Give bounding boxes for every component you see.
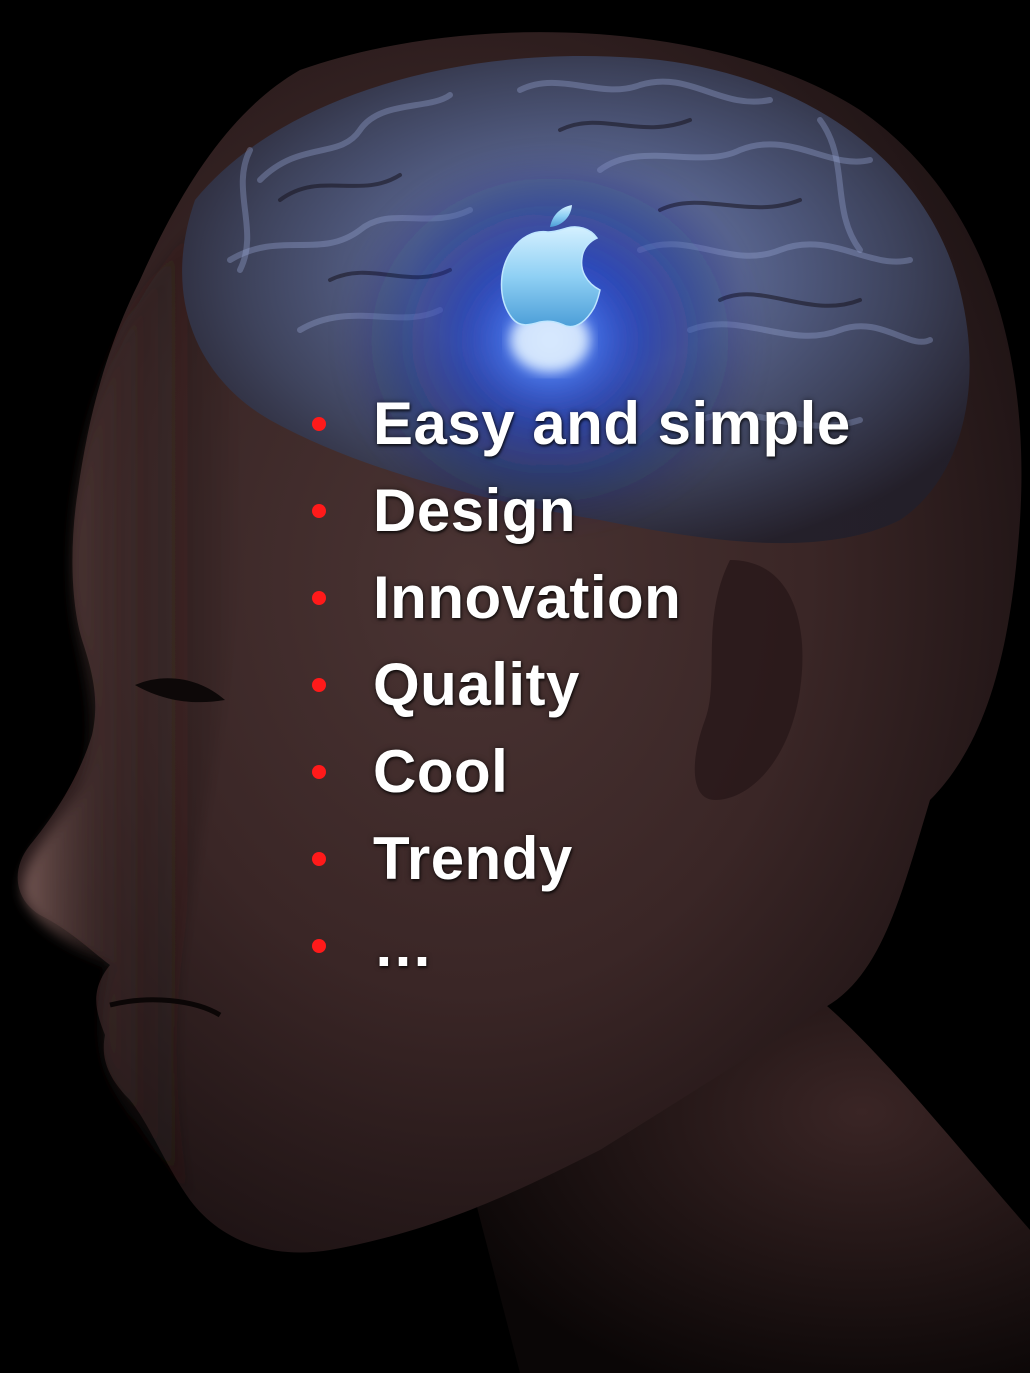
- bullet-dot: [312, 590, 326, 605]
- bullet-dot: [312, 503, 326, 518]
- bullet-dot: [312, 677, 326, 692]
- slide-canvas: Easy and simple Design Innovation Qualit…: [0, 0, 1030, 1373]
- list-item: Quality: [312, 641, 851, 728]
- list-item: Cool: [312, 728, 851, 815]
- bullet-label: Design: [373, 476, 577, 544]
- bullet-dot: [312, 938, 326, 953]
- bullet-label: Innovation: [373, 563, 682, 631]
- bullet-label: Easy and simple: [373, 389, 851, 457]
- bullet-dot: [312, 416, 326, 431]
- list-item: Innovation: [312, 554, 851, 641]
- bullet-dot: [312, 851, 326, 866]
- bullet-label: Quality: [373, 650, 580, 718]
- list-item: Design: [312, 467, 851, 554]
- bullet-label: Cool: [373, 737, 509, 805]
- list-item: Easy and simple: [312, 380, 851, 467]
- bullet-label: Trendy: [373, 824, 573, 892]
- list-item: Trendy: [312, 815, 851, 902]
- bullet-dot: [312, 764, 326, 779]
- bullet-list: Easy and simple Design Innovation Qualit…: [312, 380, 851, 989]
- bullet-label: …: [373, 911, 434, 979]
- list-item: …: [312, 902, 851, 989]
